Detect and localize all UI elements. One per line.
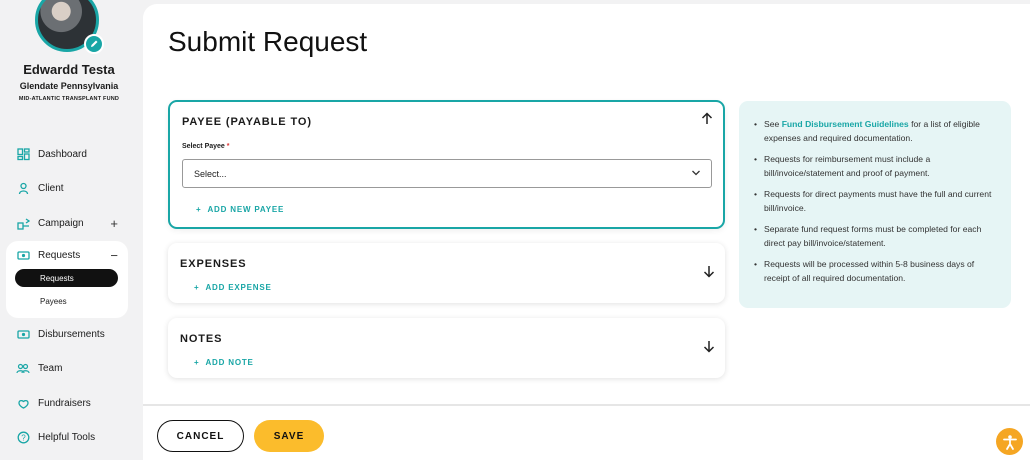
add-expense-link[interactable]: + ADD EXPENSE <box>194 283 272 292</box>
campaign-icon <box>16 216 30 230</box>
user-org: MID-ATLANTIC TRANSPLANT FUND <box>18 96 120 102</box>
sidebar-item-requests[interactable]: Requests − <box>16 245 126 265</box>
guidelines-info-box: See Fund Disbursement Guidelines for a l… <box>739 101 1011 308</box>
add-note-link[interactable]: + ADD NOTE <box>194 358 254 367</box>
select-payee-label: Select Payee * <box>182 143 230 150</box>
required-mark: * <box>226 143 230 150</box>
sidebar: Edwardd Testa Glendate Pennsylvania MID-… <box>0 0 138 460</box>
section-title: PAYEE (PAYABLE TO) <box>182 116 312 128</box>
cancel-button[interactable]: CANCEL <box>157 420 244 452</box>
plus-icon: + <box>196 205 202 214</box>
sidebar-item-label: Helpful Tools <box>38 431 96 443</box>
plus-icon: + <box>194 283 200 292</box>
field-label-text: Select Payee <box>182 143 225 150</box>
collapse-icon[interactable]: − <box>110 248 118 263</box>
info-bullet: Requests for direct payments must have t… <box>753 187 995 215</box>
payee-select-value: Select... <box>194 168 227 179</box>
client-icon <box>16 181 30 195</box>
info-bullet: Requests will be processed within 5-8 bu… <box>753 257 995 285</box>
sidebar-item-team[interactable]: Team <box>16 358 126 378</box>
pencil-icon <box>91 40 98 47</box>
expand-icon[interactable]: + <box>110 216 118 231</box>
info-text: See <box>764 119 782 129</box>
add-new-payee-link[interactable]: + ADD NEW PAYEE <box>196 205 284 214</box>
sidebar-item-campaign[interactable]: Campaign + <box>16 213 126 233</box>
sidebar-item-disbursements[interactable]: Disbursements <box>16 324 126 344</box>
sidebar-item-label: Campaign <box>38 217 84 229</box>
chevron-down-icon <box>691 169 701 179</box>
chevron-up-icon[interactable] <box>701 112 713 128</box>
sidebar-item-client[interactable]: Client <box>16 178 126 198</box>
page-title: Submit Request <box>168 26 368 57</box>
edit-avatar-button[interactable] <box>84 34 104 54</box>
chevron-down-icon[interactable] <box>703 265 715 281</box>
team-icon <box>16 361 30 375</box>
plus-icon: + <box>194 358 200 367</box>
fundraisers-icon <box>16 396 30 410</box>
fund-guidelines-link[interactable]: Fund Disbursement Guidelines <box>782 119 909 129</box>
sidebar-item-helpful-tools[interactable]: ? Helpful Tools <box>16 427 126 447</box>
svg-text:?: ? <box>21 433 26 442</box>
add-link-label: ADD NEW PAYEE <box>207 205 285 214</box>
help-icon: ? <box>16 430 30 444</box>
sidebar-item-label: Fundraisers <box>38 397 91 409</box>
info-bullet: Requests for reimbursement must include … <box>753 152 995 180</box>
section-title: NOTES <box>180 333 223 345</box>
accessibility-icon[interactable] <box>996 428 1023 455</box>
info-bullet: See Fund Disbursement Guidelines for a l… <box>753 117 995 145</box>
add-link-label: ADD NOTE <box>205 358 254 367</box>
payee-select[interactable]: Select... <box>182 159 712 188</box>
sidebar-item-label: Team <box>38 362 63 374</box>
section-title: EXPENSES <box>180 258 247 270</box>
user-name: Edwardd Testa <box>23 62 115 77</box>
add-link-label: ADD EXPENSE <box>205 283 272 292</box>
user-location: Glendate Pennsylvania <box>19 81 119 91</box>
sidebar-item-dashboard[interactable]: Dashboard <box>16 144 126 164</box>
sidebar-item-fundraisers[interactable]: Fundraisers <box>16 393 126 413</box>
sidebar-subitem-payees[interactable]: Payees <box>40 297 67 306</box>
disbursements-icon <box>16 327 30 341</box>
chevron-down-icon[interactable] <box>703 340 715 356</box>
save-button[interactable]: SAVE <box>254 420 324 452</box>
sidebar-item-label: Dashboard <box>38 148 87 160</box>
sidebar-subitem-requests[interactable]: Requests <box>15 269 118 287</box>
sidebar-item-label: Disbursements <box>38 328 105 340</box>
requests-icon <box>16 248 30 262</box>
notes-section: NOTES + ADD NOTE <box>168 318 725 378</box>
dashboard-icon <box>16 147 30 161</box>
payee-section: PAYEE (PAYABLE TO) Select Payee * Select… <box>168 100 725 229</box>
sidebar-item-label: Client <box>38 182 64 194</box>
info-bullet: Separate fund request forms must be comp… <box>753 222 995 250</box>
expenses-section: EXPENSES + ADD EXPENSE <box>168 243 725 303</box>
sidebar-item-label: Requests <box>38 249 81 261</box>
